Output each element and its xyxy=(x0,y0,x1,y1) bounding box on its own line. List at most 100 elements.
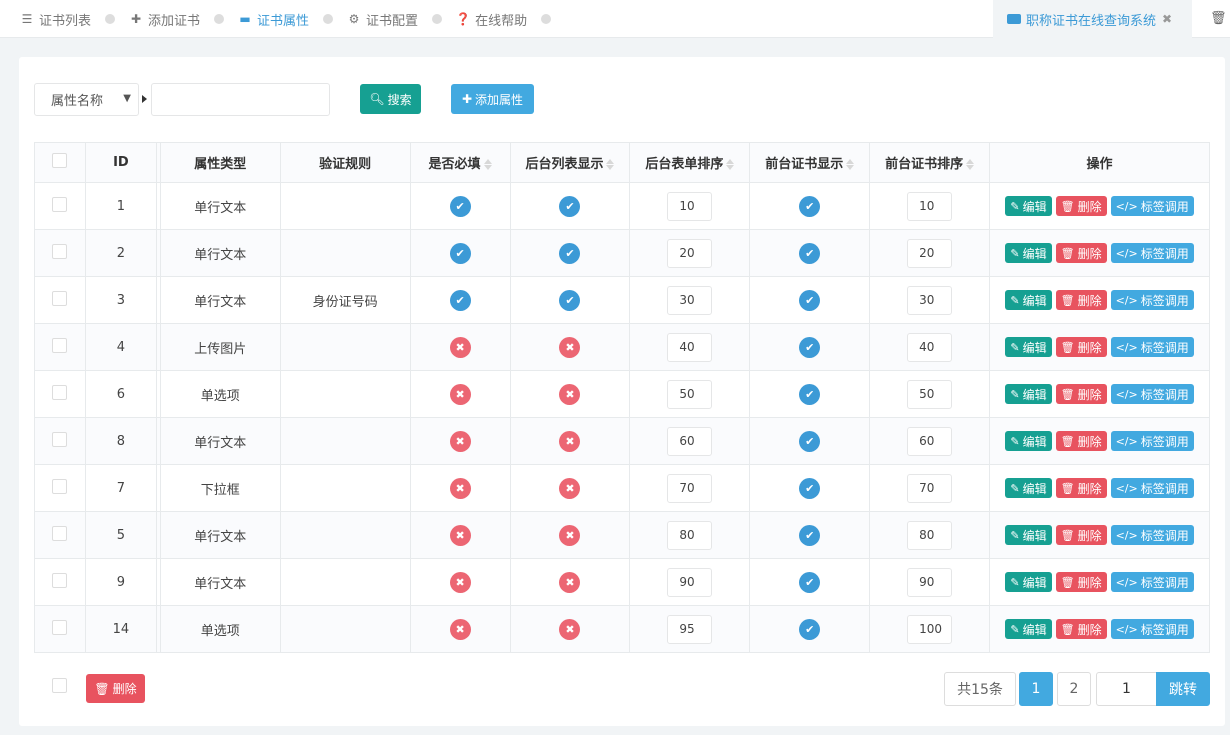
delete-button[interactable]: 🗑 删除 xyxy=(1055,243,1107,263)
header-admin-list[interactable]: 后台列表显示 xyxy=(509,142,631,183)
front-order-input[interactable]: 30 xyxy=(907,285,953,315)
times-circle-icon[interactable]: ✖ xyxy=(559,383,581,405)
delete-button[interactable]: 🗑 删除 xyxy=(1055,384,1107,404)
bulk-select-checkbox[interactable] xyxy=(52,678,67,693)
header-front-order[interactable]: 前台证书排序 xyxy=(869,142,991,183)
window-tab[interactable]: 职称证书在线查询系统 ✖ xyxy=(993,0,1192,38)
times-circle-icon[interactable]: ✖ xyxy=(559,524,581,546)
admin-order-input[interactable]: 50 xyxy=(667,379,713,409)
header-front-show[interactable]: 前台证书显示 xyxy=(749,142,871,183)
delete-button[interactable]: 🗑 删除 xyxy=(1055,290,1107,310)
header-admin-order[interactable]: 后台表单排序 xyxy=(629,142,751,183)
delete-button[interactable]: 🗑 删除 xyxy=(1055,431,1107,451)
front-order-input[interactable]: 70 xyxy=(907,473,953,503)
row-checkbox[interactable] xyxy=(52,525,68,541)
check-circle-icon[interactable]: ✔ xyxy=(799,242,821,264)
row-checkbox[interactable] xyxy=(52,431,68,447)
check-circle-icon[interactable]: ✔ xyxy=(799,524,821,546)
admin-order-input[interactable]: 40 xyxy=(667,332,713,362)
trash-icon[interactable]: 🗑 xyxy=(1210,11,1227,26)
row-checkbox[interactable] xyxy=(52,243,68,259)
times-circle-icon[interactable]: ✖ xyxy=(559,477,581,499)
nav-item-online-help[interactable]: ❓ 在线帮助 xyxy=(456,10,527,29)
tag-call-button[interactable]: </> 标签调用 xyxy=(1110,572,1194,592)
times-circle-icon[interactable]: ✖ xyxy=(449,430,471,452)
edit-button[interactable]: ✎ 编辑 xyxy=(1005,196,1052,216)
check-circle-icon[interactable]: ✔ xyxy=(559,242,581,264)
admin-order-input[interactable]: 10 xyxy=(667,191,713,221)
times-circle-icon[interactable]: ✖ xyxy=(449,618,471,640)
tag-call-button[interactable]: </> 标签调用 xyxy=(1110,196,1194,216)
times-circle-icon[interactable]: ✖ xyxy=(449,383,471,405)
check-circle-icon[interactable]: ✔ xyxy=(799,336,821,358)
edit-button[interactable]: ✎ 编辑 xyxy=(1005,478,1052,498)
nav-item-cert-attributes[interactable]: ▬ 证书属性 xyxy=(238,10,309,29)
row-checkbox[interactable] xyxy=(52,290,68,306)
page-1-button[interactable]: 1 xyxy=(1019,672,1053,706)
tag-call-button[interactable]: </> 标签调用 xyxy=(1110,290,1194,310)
front-order-input[interactable]: 100 xyxy=(907,614,953,644)
front-order-input[interactable]: 80 xyxy=(907,520,953,550)
times-circle-icon[interactable]: ✖ xyxy=(449,477,471,499)
tag-call-button[interactable]: </> 标签调用 xyxy=(1110,337,1194,357)
edit-button[interactable]: ✎ 编辑 xyxy=(1005,619,1052,639)
tag-call-button[interactable]: </> 标签调用 xyxy=(1110,619,1194,639)
nav-item-cert-list[interactable]: ☰ 证书列表 xyxy=(20,10,91,29)
times-circle-icon[interactable]: ✖ xyxy=(449,571,471,593)
times-circle-icon[interactable]: ✖ xyxy=(559,571,581,593)
front-order-input[interactable]: 50 xyxy=(907,379,953,409)
check-circle-icon[interactable]: ✔ xyxy=(799,383,821,405)
check-circle-icon[interactable]: ✔ xyxy=(559,195,581,217)
check-circle-icon[interactable]: ✔ xyxy=(799,289,821,311)
row-checkbox[interactable] xyxy=(52,478,68,494)
edit-button[interactable]: ✎ 编辑 xyxy=(1005,290,1052,310)
front-order-input[interactable]: 40 xyxy=(907,332,953,362)
delete-button[interactable]: 🗑 删除 xyxy=(1055,525,1107,545)
edit-button[interactable]: ✎ 编辑 xyxy=(1005,431,1052,451)
edit-button[interactable]: ✎ 编辑 xyxy=(1005,337,1052,357)
row-checkbox[interactable] xyxy=(52,196,68,212)
search-input[interactable] xyxy=(151,83,330,116)
check-circle-icon[interactable]: ✔ xyxy=(799,430,821,452)
delete-button[interactable]: 🗑 删除 xyxy=(1055,196,1107,216)
check-circle-icon[interactable]: ✔ xyxy=(799,618,821,640)
row-checkbox[interactable] xyxy=(52,384,68,400)
check-circle-icon[interactable]: ✔ xyxy=(449,242,471,264)
filter-select[interactable]: 属性名称 ▼ xyxy=(34,83,139,116)
jump-button[interactable]: 跳转 xyxy=(1156,672,1210,706)
tag-call-button[interactable]: </> 标签调用 xyxy=(1110,384,1194,404)
edit-button[interactable]: ✎ 编辑 xyxy=(1005,572,1052,592)
times-circle-icon[interactable]: ✖ xyxy=(559,618,581,640)
check-circle-icon[interactable]: ✔ xyxy=(449,195,471,217)
check-circle-icon[interactable]: ✔ xyxy=(799,571,821,593)
admin-order-input[interactable]: 30 xyxy=(667,285,713,315)
admin-order-input[interactable]: 80 xyxy=(667,520,713,550)
nav-item-add-cert[interactable]: ✚ 添加证书 xyxy=(129,10,200,29)
tag-call-button[interactable]: </> 标签调用 xyxy=(1110,431,1194,451)
select-all-checkbox[interactable] xyxy=(52,153,68,168)
times-circle-icon[interactable]: ✖ xyxy=(559,430,581,452)
admin-order-input[interactable]: 70 xyxy=(667,473,713,503)
jump-page-input[interactable]: 1 xyxy=(1096,672,1157,706)
tag-call-button[interactable]: </> 标签调用 xyxy=(1110,525,1194,545)
bulk-delete-button[interactable]: 🗑 删除 xyxy=(86,674,145,703)
delete-button[interactable]: 🗑 删除 xyxy=(1055,619,1107,639)
edit-button[interactable]: ✎ 编辑 xyxy=(1005,243,1052,263)
times-circle-icon[interactable]: ✖ xyxy=(449,524,471,546)
nav-item-cert-config[interactable]: ⚙ 证书配置 xyxy=(347,10,418,29)
admin-order-input[interactable]: 90 xyxy=(667,567,713,597)
delete-button[interactable]: 🗑 删除 xyxy=(1055,478,1107,498)
page-2-button[interactable]: 2 xyxy=(1057,672,1091,706)
close-icon[interactable]: ✖ xyxy=(1162,12,1172,26)
front-order-input[interactable]: 90 xyxy=(907,567,953,597)
front-order-input[interactable]: 10 xyxy=(907,191,953,221)
header-required[interactable]: 是否必填 xyxy=(409,142,511,183)
row-checkbox[interactable] xyxy=(52,572,68,588)
check-circle-icon[interactable]: ✔ xyxy=(559,289,581,311)
admin-order-input[interactable]: 60 xyxy=(667,426,713,456)
check-circle-icon[interactable]: ✔ xyxy=(799,195,821,217)
admin-order-input[interactable]: 20 xyxy=(667,238,713,268)
admin-order-input[interactable]: 95 xyxy=(667,614,713,644)
times-circle-icon[interactable]: ✖ xyxy=(559,336,581,358)
tag-call-button[interactable]: </> 标签调用 xyxy=(1110,243,1194,263)
